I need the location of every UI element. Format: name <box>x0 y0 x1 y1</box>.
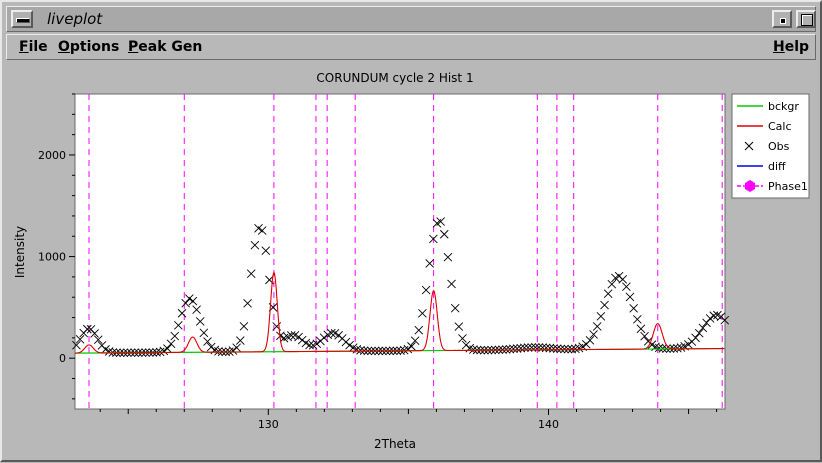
menu-peak-gen[interactable]: Peak Gen <box>128 39 202 55</box>
plot-area: CORUNDUM cycle 2 Hist 1 0 1000 2000 130 140 … <box>12 64 814 459</box>
plot-frame <box>74 93 726 410</box>
title-bar[interactable]: liveplot <box>6 6 816 32</box>
legend-label: diff <box>768 160 786 173</box>
y-tick-label: 2000 <box>38 149 66 162</box>
x-tick-label: 130 <box>258 418 279 431</box>
chart-title: CORUNDUM cycle 2 Hist 1 <box>316 71 473 85</box>
menu-bar: File Options Peak Gen Help <box>6 34 816 60</box>
minimize-icon[interactable] <box>772 10 792 28</box>
liveplot-chart[interactable]: CORUNDUM cycle 2 Hist 1 010002000130 140 … <box>12 64 814 459</box>
window-title: liveplot <box>47 10 103 28</box>
menu-file[interactable]: File <box>19 39 48 55</box>
window-menu-icon[interactable] <box>11 10 33 28</box>
maximize-icon[interactable] <box>796 10 816 28</box>
y-tick-label: 1000 <box>38 251 66 264</box>
y-axis-label: Intensity <box>13 226 27 278</box>
legend: bckgr Calc Obs diff Phase1 <box>731 93 810 199</box>
legend-label: Calc <box>768 120 792 133</box>
menu-options[interactable]: Options <box>58 39 119 55</box>
y-tick-label: 0 <box>59 352 66 365</box>
x-tick-label: 140 <box>538 418 559 431</box>
legend-label: Phase1 <box>768 180 808 193</box>
x-axis-label: 2Theta <box>374 437 416 451</box>
legend-label: Obs <box>768 140 790 153</box>
liveplot-window: liveplot File Options Peak Gen Help CORU… <box>0 0 822 462</box>
legend-label: bckgr <box>768 100 799 113</box>
menu-help[interactable]: Help <box>773 39 809 55</box>
